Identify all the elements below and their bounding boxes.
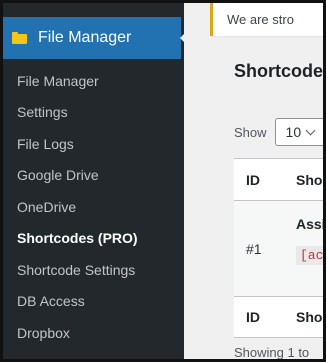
row-id: #1: [246, 240, 262, 257]
table-footer: ID Shor: [234, 296, 323, 338]
header-id[interactable]: ID: [234, 172, 296, 188]
footer-shortcode[interactable]: Shor: [296, 309, 323, 325]
menu-file-manager[interactable]: File Manager: [3, 17, 188, 59]
table-info: Showing 1 to: [234, 345, 310, 360]
submenu-item-file-manager[interactable]: File Manager: [3, 65, 184, 97]
row-code[interactable]: [ac: [296, 246, 323, 265]
admin-sidebar: File Manager File Manager Settings File …: [3, 3, 188, 359]
row-shortcode-cell: Assi [ac: [296, 216, 323, 265]
page-length-select[interactable]: 10: [274, 118, 323, 146]
chevron-down-icon: [305, 125, 316, 135]
header-shortcode[interactable]: Shor: [296, 172, 323, 188]
main-content: We are stro Shortcode Show 10 ID Shor #1…: [184, 3, 323, 359]
submenu-item-onedrive[interactable]: OneDrive: [3, 191, 184, 223]
table-row[interactable]: #1 Assi [ac: [234, 201, 323, 296]
show-label: Show: [234, 124, 267, 140]
submenu-item-settings[interactable]: Settings: [3, 97, 184, 129]
submenu-item-db-access[interactable]: DB Access: [3, 286, 184, 318]
folder-icon: [12, 32, 27, 44]
footer-id[interactable]: ID: [234, 309, 296, 325]
submenu-item-shortcode-settings[interactable]: Shortcode Settings: [3, 254, 184, 286]
submenu-item-file-logs[interactable]: File Logs: [3, 128, 184, 160]
table-header: ID Shor: [234, 159, 323, 201]
notice-text: We are stro: [227, 12, 294, 27]
submenu: File Manager Settings File Logs Google D…: [3, 65, 184, 349]
shortcodes-table: ID Shor #1 Assi [ac ID Shor: [234, 158, 323, 338]
page-length-value: 10: [285, 124, 302, 140]
page-length-control: Show 10: [234, 118, 323, 146]
row-name: Assi: [296, 216, 326, 232]
section-title: Shortcode: [234, 61, 324, 81]
submenu-item-google-drive[interactable]: Google Drive: [3, 160, 184, 192]
submenu-item-dropbox[interactable]: Dropbox: [3, 317, 184, 349]
window-frame: File Manager File Manager Settings File …: [0, 0, 326, 362]
notice-banner: We are stro: [210, 3, 323, 36]
submenu-item-shortcodes-pro[interactable]: Shortcodes (PRO): [3, 223, 184, 255]
menu-title: File Manager: [38, 29, 132, 46]
